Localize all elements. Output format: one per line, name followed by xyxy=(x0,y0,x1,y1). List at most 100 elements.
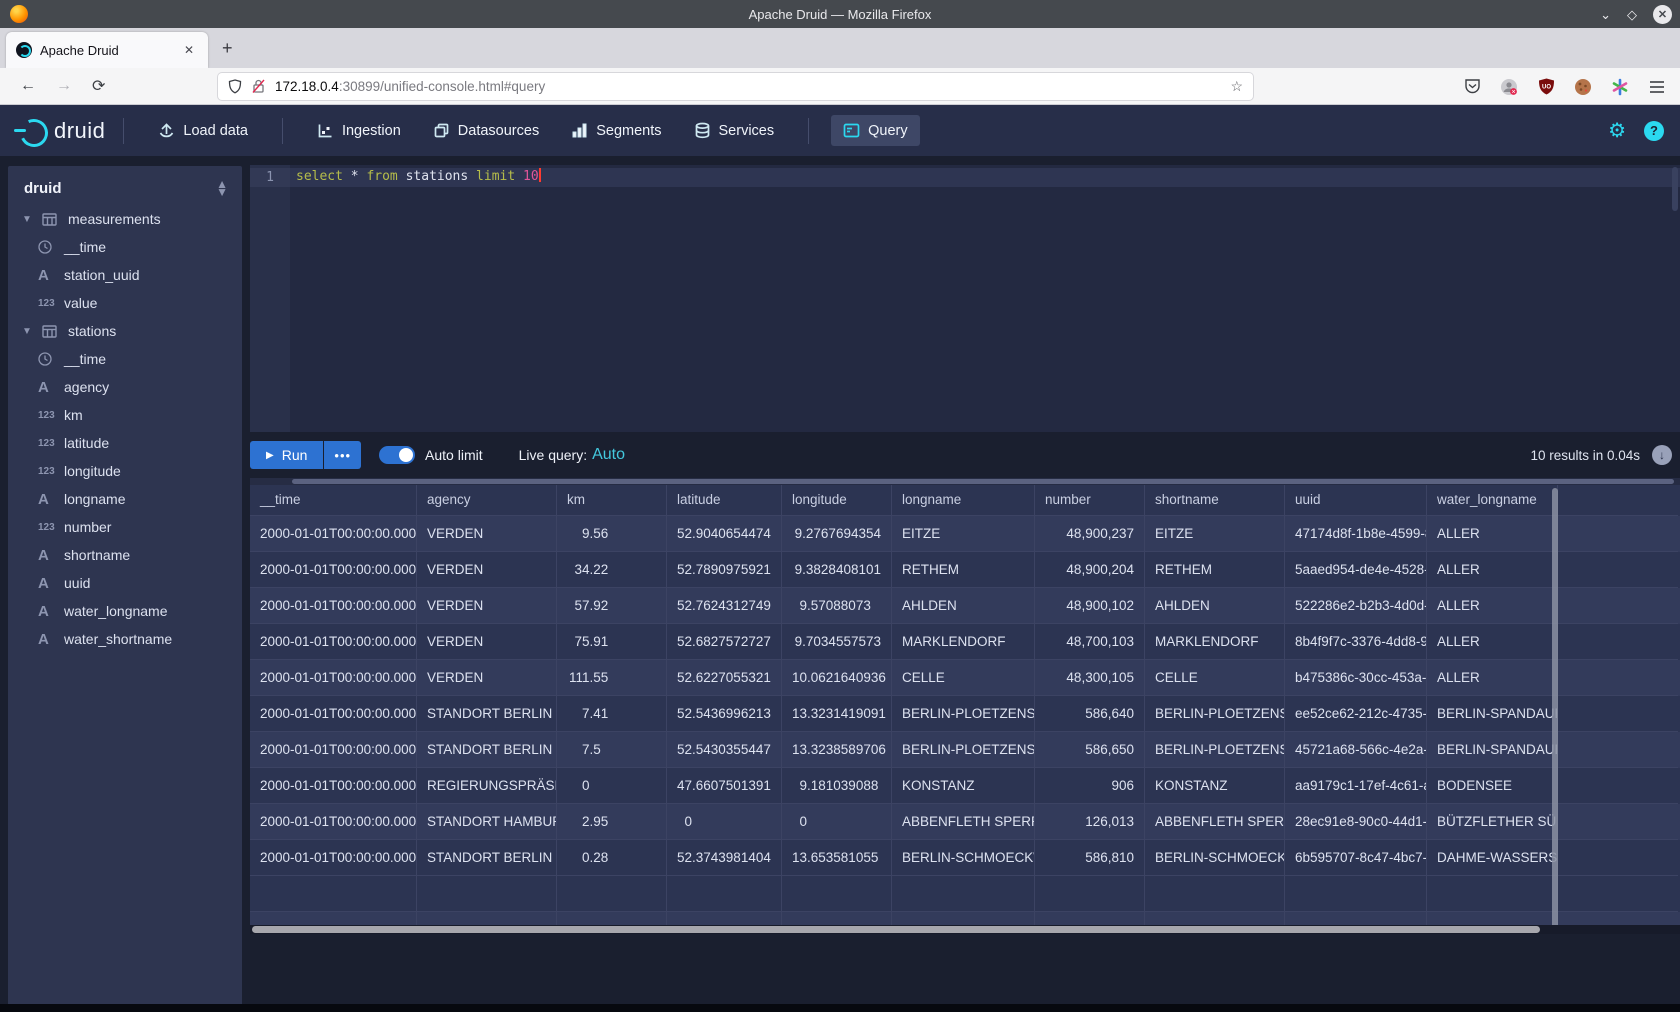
column-header-__time[interactable]: __time xyxy=(250,485,417,516)
extension-asterisk-icon[interactable] xyxy=(1611,78,1629,96)
sidebar-item-longname[interactable]: Alongname xyxy=(8,485,242,513)
druid-logo[interactable]: druid xyxy=(16,116,105,146)
cell-km[interactable]: 7.41 xyxy=(557,696,667,732)
cell-__time[interactable]: 2000-01-01T00:00:00.000Z xyxy=(250,516,417,552)
cell-latitude[interactable]: 47.6607501391 xyxy=(667,768,782,804)
sidebar-item-water-shortname[interactable]: Awater_shortname xyxy=(8,625,242,653)
cell-uuid[interactable]: 45721a68-566c-4e2a-a6 xyxy=(1285,732,1427,768)
browser-tab[interactable]: Apache Druid ✕ xyxy=(6,32,208,68)
cell-latitude[interactable]: 52.5430355447 xyxy=(667,732,782,768)
cell-km[interactable]: 75.91 xyxy=(557,624,667,660)
cell-longitude[interactable]: 9.7034557573 xyxy=(782,624,892,660)
cell-longitude[interactable]: 13.3238589706 xyxy=(782,732,892,768)
cell-__time[interactable]: 2000-01-01T00:00:00.000Z xyxy=(250,696,417,732)
cell-number[interactable]: 48,900,102 xyxy=(1035,588,1145,624)
table-vertical-scrollbar[interactable] xyxy=(1552,488,1558,928)
column-header-latitude[interactable]: latitude xyxy=(667,485,782,516)
cell-latitude[interactable]: 52.5436996213 xyxy=(667,696,782,732)
window-close-button[interactable]: ✕ xyxy=(1653,5,1672,24)
cell-shortname[interactable]: BERLIN-SCHMOECKWIT xyxy=(1145,840,1285,876)
cell-latitude[interactable]: 52.6227055321 xyxy=(667,660,782,696)
column-header-longname[interactable]: longname xyxy=(892,485,1035,516)
cell-uuid[interactable]: 47174d8f-1b8e-4599-8a xyxy=(1285,516,1427,552)
cell-agency[interactable]: STANDORT HAMBURG xyxy=(417,804,557,840)
sidebar-item-km[interactable]: 123km xyxy=(8,401,242,429)
ublock-origin-icon[interactable]: UO xyxy=(1537,78,1555,96)
cell-agency[interactable]: REGIERUNGSPRÄSIDIUM xyxy=(417,768,557,804)
cell-agency[interactable]: VERDEN xyxy=(417,660,557,696)
cell-latitude[interactable]: 52.7890975921 xyxy=(667,552,782,588)
cell-__time[interactable]: 2000-01-01T00:00:00.000Z xyxy=(250,732,417,768)
cell-number[interactable]: 48,900,204 xyxy=(1035,552,1145,588)
cell-latitude[interactable]: 52.7624312749 xyxy=(667,588,782,624)
url-bar[interactable]: 172.18.0.4:30899/unified-console.html#qu… xyxy=(218,73,1253,100)
cell-latitude[interactable]: 52.6827572727 xyxy=(667,624,782,660)
cell-longname[interactable]: BERLIN-PLOETZENSEE U xyxy=(892,732,1035,768)
cell-water_longname[interactable]: DAHME-WASSERSTRAS xyxy=(1427,840,1558,876)
sidebar-item-station-uuid[interactable]: Astation_uuid xyxy=(8,261,242,289)
cell-__time[interactable]: 2000-01-01T00:00:00.000Z xyxy=(250,552,417,588)
nav-item-load-data[interactable]: Load data xyxy=(146,115,260,146)
cell-longitude[interactable]: 10.0621640936 xyxy=(782,660,892,696)
settings-gear-icon[interactable]: ⚙ xyxy=(1608,118,1626,143)
cell-number[interactable]: 586,640 xyxy=(1035,696,1145,732)
pocket-icon[interactable] xyxy=(1463,78,1481,96)
chevron-down-icon[interactable]: ▼ xyxy=(20,326,34,337)
cell-longitude[interactable]: 13.3231419091 xyxy=(782,696,892,732)
bookmark-star-icon[interactable]: ☆ xyxy=(1230,78,1243,95)
cell-shortname[interactable]: ABBENFLETH SPERRWER xyxy=(1145,804,1285,840)
sidebar-item-uuid[interactable]: Auuid xyxy=(8,569,242,597)
column-header-shortname[interactable]: shortname xyxy=(1145,485,1285,516)
cell-agency[interactable]: VERDEN xyxy=(417,552,557,588)
cell-uuid[interactable]: 522286e2-b2b3-4d0d-9a xyxy=(1285,588,1427,624)
cell-longitude[interactable]: 9.181039088 xyxy=(782,768,892,804)
sidebar-item-value[interactable]: 123value xyxy=(8,289,242,317)
sql-editor[interactable]: 1 select * from stations limit 10 xyxy=(250,165,1680,432)
nav-item-ingestion[interactable]: Ingestion xyxy=(305,115,413,146)
sql-query-text[interactable]: select * from stations limit 10 xyxy=(296,168,541,187)
cell-__time[interactable]: 2000-01-01T00:00:00.000Z xyxy=(250,660,417,696)
cell-number[interactable]: 48,900,237 xyxy=(1035,516,1145,552)
scrollbar-thumb[interactable] xyxy=(252,926,1540,933)
cell-shortname[interactable]: BERLIN-PLOETZENSEE U xyxy=(1145,732,1285,768)
cell-number[interactable]: 906 xyxy=(1035,768,1145,804)
forward-button[interactable]: → xyxy=(56,77,72,95)
cell-number[interactable]: 126,013 xyxy=(1035,804,1145,840)
cell-km[interactable]: 9.56 xyxy=(557,516,667,552)
cell-shortname[interactable]: MARKLENDORF xyxy=(1145,624,1285,660)
column-header-longitude[interactable]: longitude xyxy=(782,485,892,516)
cell-uuid[interactable]: aa9179c1-17ef-4c61-a48 xyxy=(1285,768,1427,804)
cell-km[interactable]: 111.55 xyxy=(557,660,667,696)
cell-longname[interactable]: RETHEM xyxy=(892,552,1035,588)
cell-longname[interactable]: BERLIN-SCHMOECKWITZ xyxy=(892,840,1035,876)
cell-uuid[interactable]: 28ec91e8-90c0-44d1-8f0 xyxy=(1285,804,1427,840)
cell-km[interactable]: 57.92 xyxy=(557,588,667,624)
cell-longname[interactable]: CELLE xyxy=(892,660,1035,696)
cell-longitude[interactable]: 9.57088073 xyxy=(782,588,892,624)
tab-close-icon[interactable]: ✕ xyxy=(180,41,198,59)
sidebar-item-measurements[interactable]: ▼measurements xyxy=(8,205,242,233)
cell-number[interactable]: 586,650 xyxy=(1035,732,1145,768)
sidebar-item-stations[interactable]: ▼stations xyxy=(8,317,242,345)
cell-shortname[interactable]: KONSTANZ xyxy=(1145,768,1285,804)
nav-item-services[interactable]: Services xyxy=(682,115,787,146)
new-tab-button[interactable]: + xyxy=(222,40,233,56)
sidebar-item-number[interactable]: 123number xyxy=(8,513,242,541)
sidebar-item-shortname[interactable]: Ashortname xyxy=(8,541,242,569)
insecure-lock-icon[interactable] xyxy=(252,79,265,94)
cell-water_longname[interactable]: ALLER xyxy=(1427,660,1558,696)
cell-shortname[interactable]: CELLE xyxy=(1145,660,1285,696)
cell-latitude[interactable]: 52.9040654474 xyxy=(667,516,782,552)
cell-longname[interactable]: ABBENFLETH SPERRWER xyxy=(892,804,1035,840)
cell-uuid[interactable]: 6b595707-8c47-4bc7-a8 xyxy=(1285,840,1427,876)
cell-latitude[interactable]: 52.3743981404 xyxy=(667,840,782,876)
sort-icon[interactable]: ▲▼ xyxy=(216,181,228,195)
scrollbar-thumb[interactable] xyxy=(292,479,1674,484)
column-header-number[interactable]: number xyxy=(1035,485,1145,516)
cell-latitude[interactable]: 0 xyxy=(667,804,782,840)
cell-agency[interactable]: VERDEN xyxy=(417,588,557,624)
nav-item-segments[interactable]: Segments xyxy=(559,115,673,146)
cell-number[interactable]: 48,300,105 xyxy=(1035,660,1145,696)
window-maximize-button[interactable]: ◇ xyxy=(1627,8,1637,21)
cell-agency[interactable]: STANDORT BERLIN xyxy=(417,732,557,768)
